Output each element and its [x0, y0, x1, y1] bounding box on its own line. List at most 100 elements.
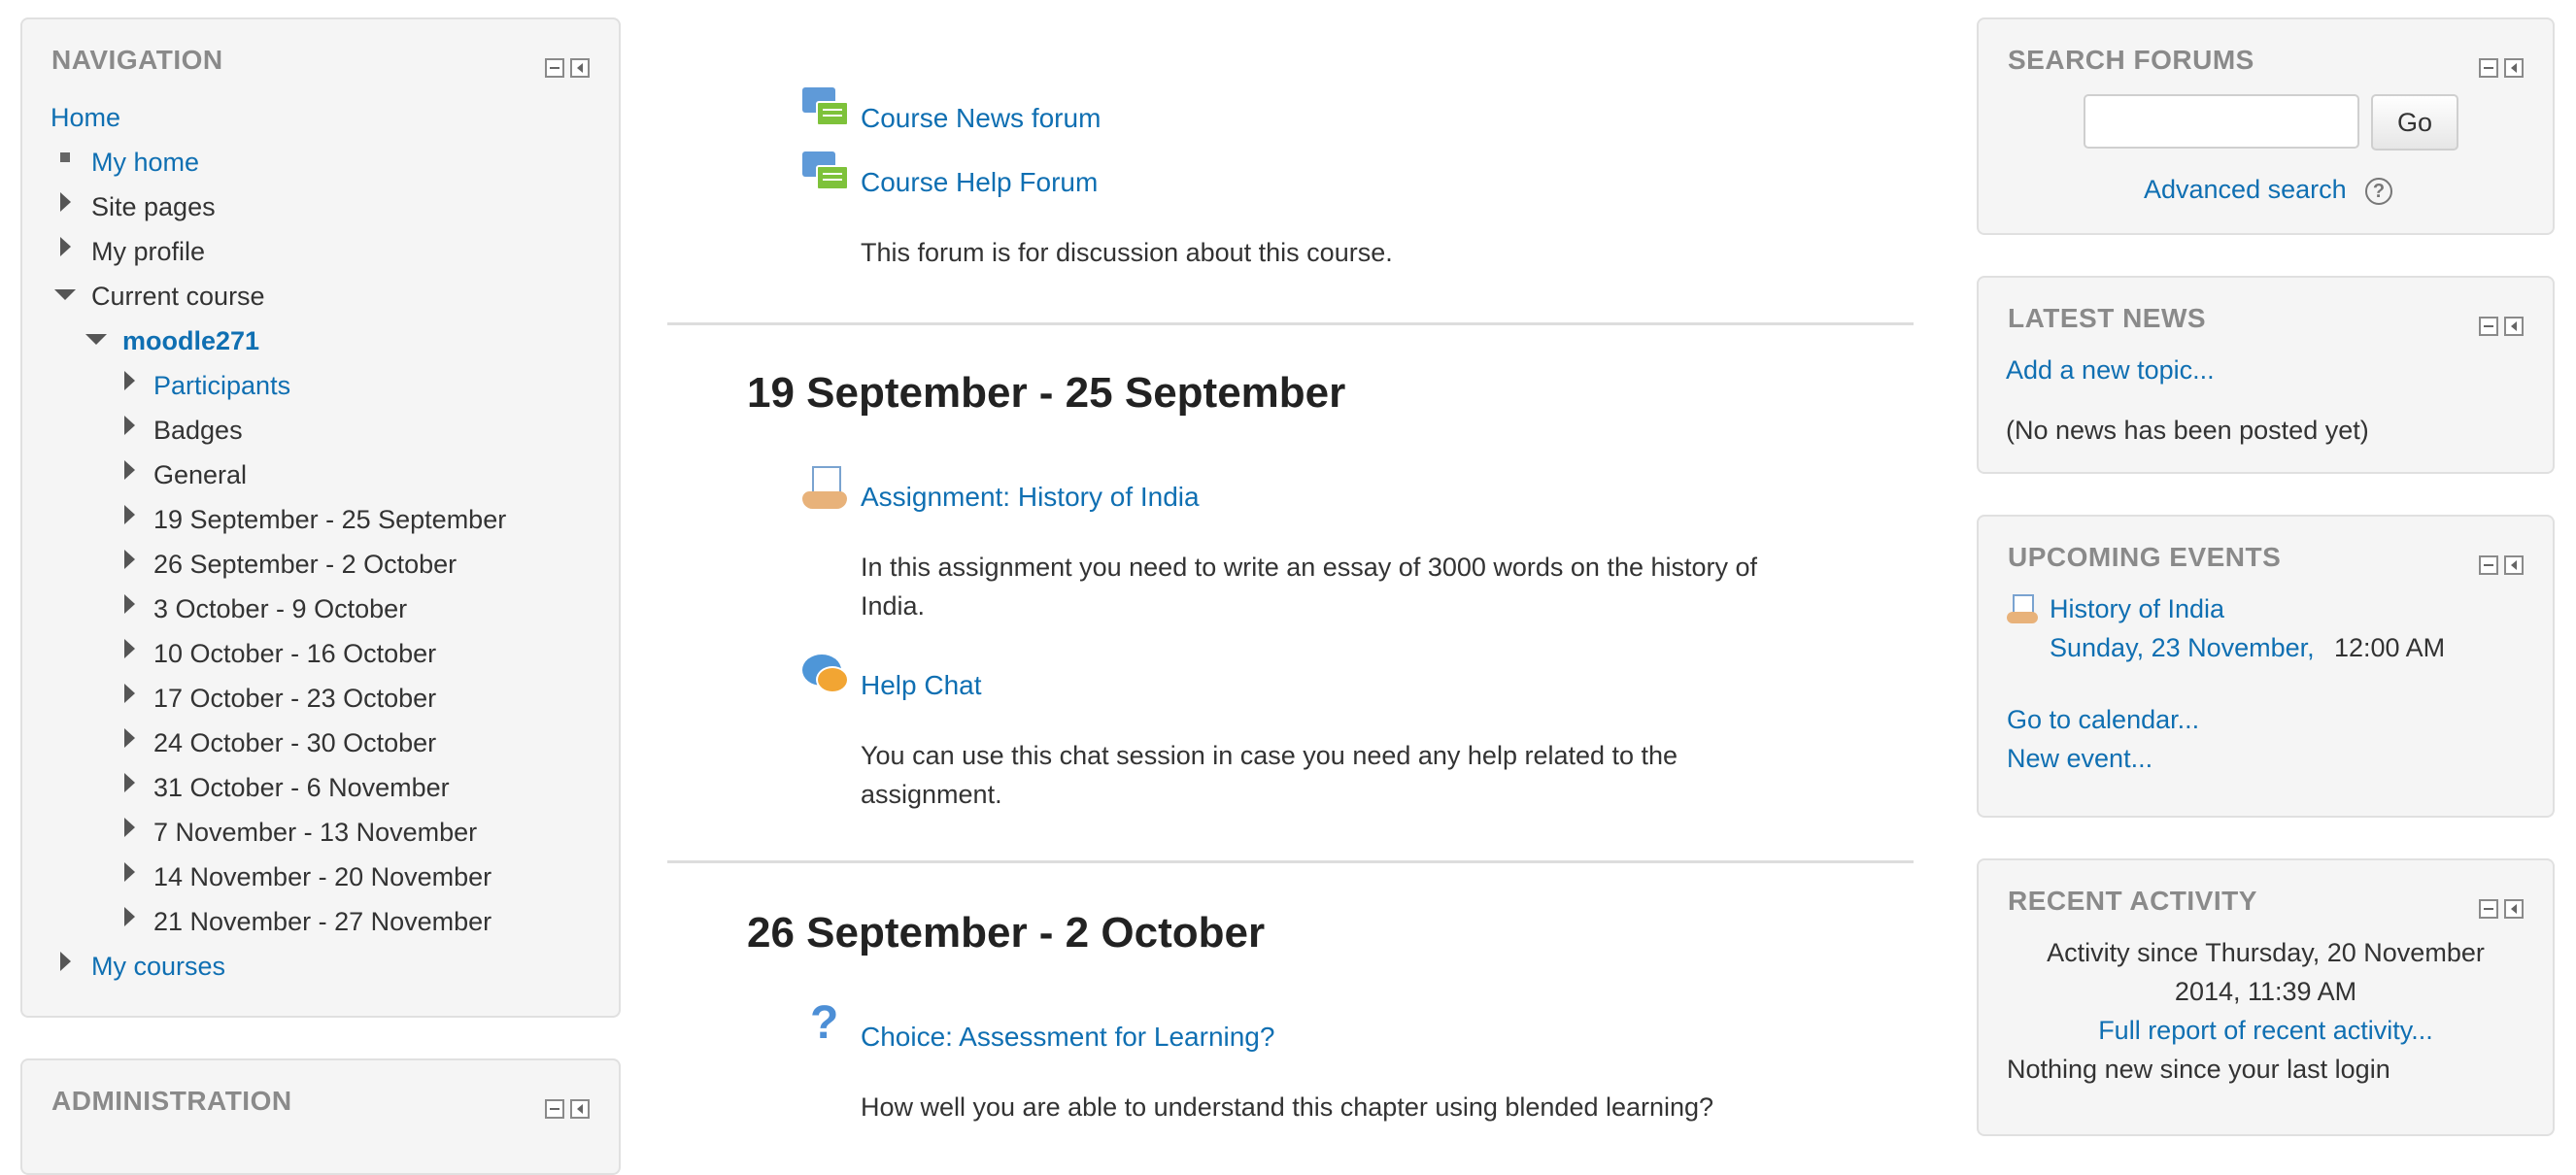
administration-title: ADMINISTRATION — [51, 1086, 292, 1116]
course-news-forum-link[interactable]: Course News forum — [861, 103, 1101, 134]
upcoming-events-controls — [2479, 555, 2524, 575]
latest-news-controls — [2479, 317, 2524, 336]
search-forums-title: SEARCH FORUMS — [2008, 45, 2254, 75]
nav-week-item[interactable]: 14 November - 20 November — [153, 862, 491, 892]
nav-my-profile[interactable]: My profile — [91, 237, 205, 267]
collapse-arrow-icon[interactable] — [54, 289, 76, 300]
assignment-description-line: India. — [861, 591, 926, 621]
event-date-link[interactable]: Sunday, 23 November, — [2050, 633, 2315, 663]
advanced-search-link[interactable]: Advanced search — [2144, 175, 2347, 205]
activity-since-line: 2014, 11:39 AM — [2174, 977, 2357, 1006]
new-event-link[interactable]: New event... — [2007, 744, 2152, 774]
collapse-icon[interactable] — [2479, 58, 2498, 78]
dock-icon[interactable] — [570, 58, 590, 78]
collapse-icon[interactable] — [545, 58, 564, 78]
chat-icon — [802, 655, 849, 695]
dock-icon[interactable] — [2504, 58, 2524, 78]
choice-link[interactable]: Choice: Assessment for Learning? — [861, 1022, 1274, 1053]
administration-block: ADMINISTRATION — [20, 1058, 621, 1175]
nav-badges[interactable]: Badges — [153, 416, 243, 446]
nav-home[interactable]: Home — [51, 103, 120, 133]
section-title: 26 September - 2 October — [747, 909, 1266, 957]
expand-arrow-icon[interactable] — [124, 371, 135, 390]
nav-week-item[interactable]: 19 September - 25 September — [153, 505, 506, 535]
collapse-icon[interactable] — [2479, 899, 2498, 919]
expand-arrow-icon[interactable] — [124, 684, 135, 703]
administration-controls — [545, 1099, 590, 1119]
help-icon[interactable]: ? — [2365, 178, 2392, 205]
collapse-icon[interactable] — [2479, 555, 2498, 575]
activity-since-line: Activity since Thursday, 20 November — [2047, 938, 2485, 967]
add-new-topic-link[interactable]: Add a new topic... — [2006, 355, 2215, 386]
nav-course-moodle271[interactable]: moodle271 — [122, 326, 259, 356]
expand-arrow-icon[interactable] — [124, 818, 135, 837]
expand-arrow-icon[interactable] — [60, 952, 71, 971]
expand-arrow-icon[interactable] — [124, 639, 135, 658]
navigation-title: NAVIGATION — [51, 45, 223, 75]
dock-icon[interactable] — [2504, 899, 2524, 919]
full-report-link[interactable]: Full report of recent activity... — [1977, 1016, 2555, 1046]
expand-arrow-icon[interactable] — [124, 862, 135, 882]
nav-week-item[interactable]: 3 October - 9 October — [153, 594, 407, 624]
assignment-link[interactable]: Assignment: History of India — [861, 482, 1200, 513]
collapse-icon[interactable] — [2479, 317, 2498, 336]
expand-arrow-icon[interactable] — [60, 192, 71, 212]
nav-site-pages[interactable]: Site pages — [91, 192, 216, 222]
recent-activity-controls — [2479, 899, 2524, 919]
no-news-text: (No news has been posted yet) — [2006, 416, 2369, 445]
dock-icon[interactable] — [2504, 555, 2524, 575]
dock-icon[interactable] — [570, 1099, 590, 1119]
nav-week-item[interactable]: 10 October - 16 October — [153, 639, 436, 669]
nothing-new-text: Nothing new since your last login — [2007, 1055, 2390, 1084]
assignment-event-icon — [2007, 594, 2038, 623]
go-button[interactable]: Go — [2371, 94, 2458, 151]
upcoming-events-title: UPCOMING EVENTS — [2008, 542, 2282, 572]
nav-my-home[interactable]: My home — [91, 148, 199, 178]
expand-arrow-icon[interactable] — [124, 550, 135, 569]
go-to-calendar-link[interactable]: Go to calendar... — [2007, 705, 2199, 735]
nav-week-item[interactable]: 7 November - 13 November — [153, 818, 477, 848]
nav-participants[interactable]: Participants — [153, 371, 290, 401]
expand-arrow-icon[interactable] — [124, 594, 135, 614]
question-mark-icon: ? — [810, 997, 839, 1049]
navigation-controls — [545, 58, 590, 78]
section-divider — [667, 860, 1914, 863]
expand-arrow-icon[interactable] — [124, 907, 135, 926]
search-forums-input[interactable] — [2084, 94, 2359, 149]
section-divider — [667, 322, 1914, 325]
expand-arrow-icon[interactable] — [60, 237, 71, 256]
chat-description-line: assignment. — [861, 780, 1002, 809]
search-forums-controls — [2479, 58, 2524, 78]
nav-current-course[interactable]: Current course — [91, 282, 265, 312]
forum-icon — [802, 151, 849, 190]
nav-week-item[interactable]: 31 October - 6 November — [153, 773, 450, 803]
section-title: 19 September - 25 September — [747, 369, 1346, 417]
recent-activity-title: RECENT ACTIVITY — [2008, 886, 2257, 916]
nav-week-item[interactable]: 24 October - 30 October — [153, 728, 436, 758]
collapse-icon[interactable] — [545, 1099, 564, 1119]
choice-description: How well you are able to understand this… — [861, 1092, 1714, 1122]
event-name-link[interactable]: History of India — [2050, 594, 2224, 624]
nav-my-courses[interactable]: My courses — [91, 952, 225, 982]
assignment-description-line: In this assignment you need to write an … — [861, 553, 1758, 582]
nav-week-item[interactable]: 17 October - 23 October — [153, 684, 436, 714]
expand-arrow-icon[interactable] — [124, 416, 135, 435]
latest-news-title: LATEST NEWS — [2008, 303, 2207, 333]
bullet-icon — [60, 152, 70, 162]
course-help-forum-link[interactable]: Course Help Forum — [861, 167, 1098, 198]
chat-description-line: You can use this chat session in case yo… — [861, 741, 1678, 770]
nav-week-item[interactable]: 21 November - 27 November — [153, 907, 491, 937]
assignment-icon — [802, 466, 849, 511]
collapse-arrow-icon[interactable] — [85, 334, 107, 345]
expand-arrow-icon[interactable] — [124, 505, 135, 524]
expand-arrow-icon[interactable] — [124, 728, 135, 748]
expand-arrow-icon[interactable] — [124, 460, 135, 480]
dock-icon[interactable] — [2504, 317, 2524, 336]
nav-general[interactable]: General — [153, 460, 247, 490]
help-chat-link[interactable]: Help Chat — [861, 670, 982, 701]
forum-icon — [802, 87, 849, 126]
forum-description: This forum is for discussion about this … — [861, 238, 1393, 267]
nav-week-item[interactable]: 26 September - 2 October — [153, 550, 457, 580]
event-time: 12:00 AM — [2334, 633, 2446, 662]
expand-arrow-icon[interactable] — [124, 773, 135, 792]
